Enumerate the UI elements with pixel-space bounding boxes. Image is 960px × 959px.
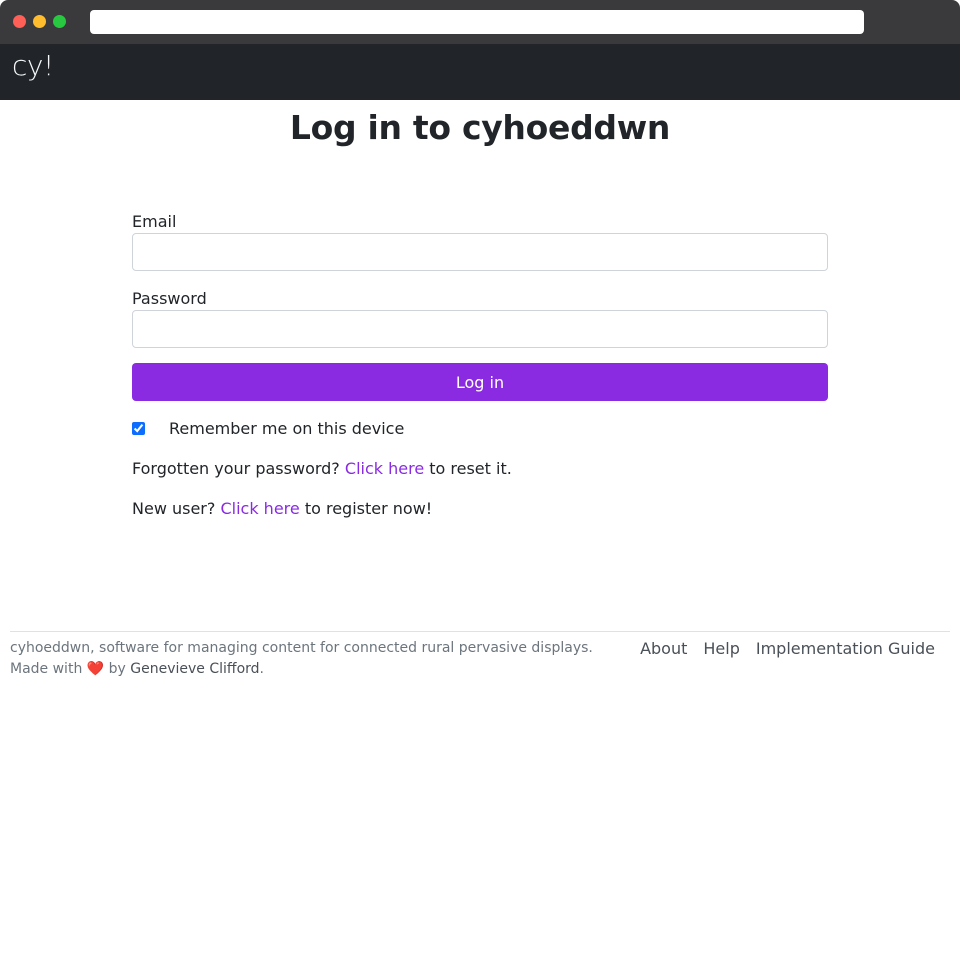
made-with-by: by	[104, 661, 131, 677]
footer-link-about[interactable]: About	[640, 639, 687, 658]
remember-me-row: Remember me on this device	[132, 417, 404, 439]
forgot-password-suffix: to reset it.	[424, 459, 512, 478]
login-form: Email Password Log in	[132, 210, 828, 401]
brand-logo[interactable]: cy!	[12, 49, 54, 82]
email-field[interactable]	[132, 233, 828, 271]
navbar: cy!	[0, 44, 960, 100]
footer-text: cyhoeddwn, software for managing content…	[10, 638, 593, 680]
forgot-password-line: Forgotten your password? Click here to r…	[132, 459, 512, 478]
footer: cyhoeddwn, software for managing content…	[10, 631, 950, 677]
window-minimize-icon[interactable]	[33, 15, 46, 28]
address-bar[interactable]	[90, 10, 864, 34]
footer-link-implementation-guide[interactable]: Implementation Guide	[756, 639, 935, 658]
password-label: Password	[132, 289, 207, 308]
footer-links: About Help Implementation Guide	[640, 639, 935, 658]
made-with-prefix: Made with	[10, 661, 87, 677]
password-field[interactable]	[132, 310, 828, 348]
forgot-password-prefix: Forgotten your password?	[132, 459, 345, 478]
browser-chrome	[0, 0, 960, 44]
window-maximize-icon[interactable]	[53, 15, 66, 28]
author-link[interactable]: Genevieve Clifford	[130, 661, 259, 677]
email-label: Email	[132, 212, 177, 231]
reset-password-link[interactable]: Click here	[345, 459, 424, 478]
made-with-suffix: .	[259, 661, 264, 677]
footer-credit: Made with ❤️ by Genevieve Clifford.	[10, 659, 593, 680]
register-suffix: to register now!	[299, 499, 433, 518]
window-close-icon[interactable]	[13, 15, 26, 28]
footer-tagline: cyhoeddwn, software for managing content…	[10, 640, 593, 656]
register-link[interactable]: Click here	[220, 499, 299, 518]
login-button[interactable]: Log in	[132, 363, 828, 401]
footer-link-help[interactable]: Help	[703, 639, 739, 658]
remember-me-checkbox[interactable]	[132, 421, 145, 435]
page-title: Log in to cyhoeddwn	[289, 108, 671, 147]
heart-icon: ❤️	[86, 661, 105, 677]
register-prefix: New user?	[132, 499, 221, 518]
register-line: New user? Click here to register now!	[132, 499, 432, 518]
remember-me-label: Remember me on this device	[169, 418, 405, 438]
